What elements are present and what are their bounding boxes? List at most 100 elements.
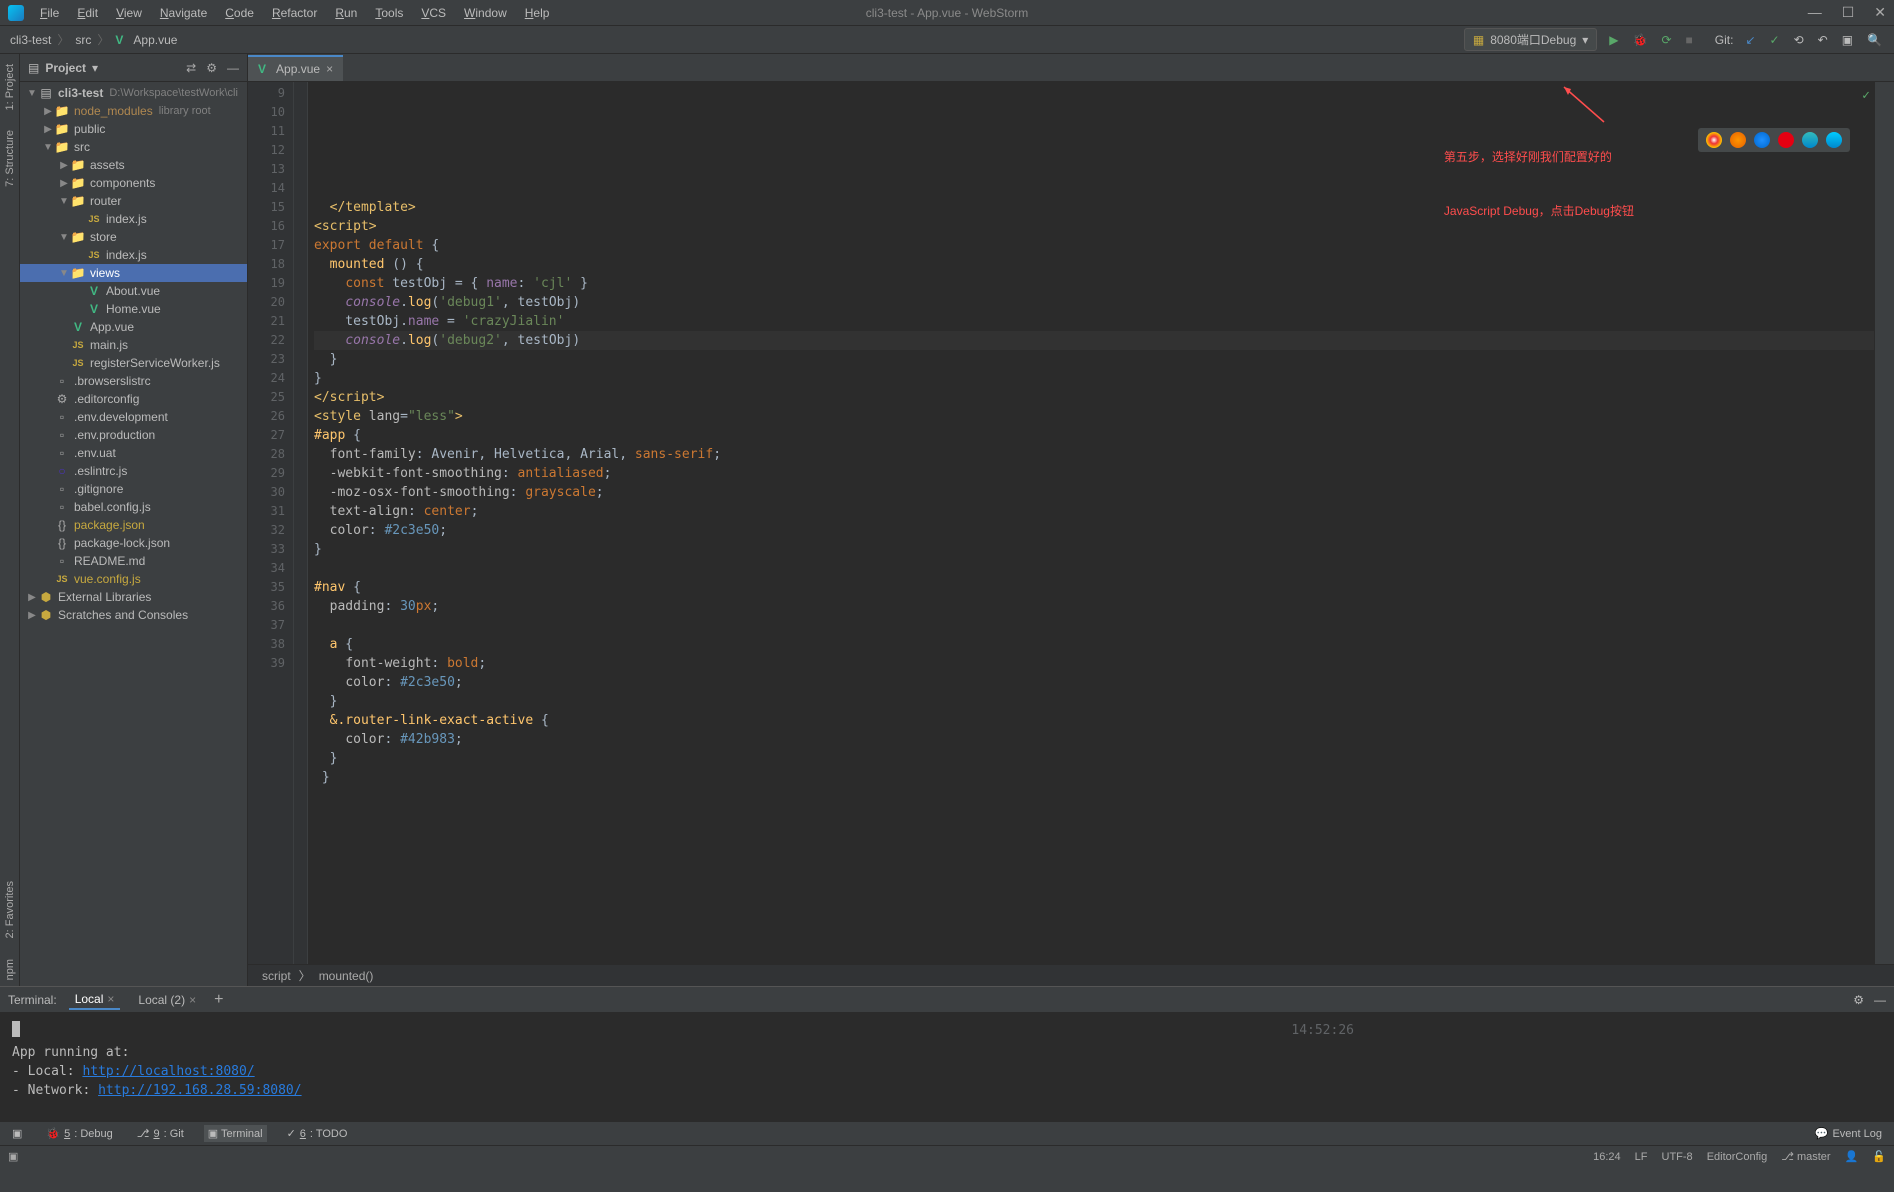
tree-node[interactable]: ▫README.md bbox=[20, 552, 247, 570]
close-icon[interactable]: ✕ bbox=[1874, 4, 1886, 21]
ide-settings-icon[interactable]: ▣ bbox=[1840, 31, 1855, 49]
git-commit-icon[interactable]: ✓ bbox=[1768, 31, 1782, 49]
project-tree[interactable]: ▼▤cli3-testD:\Workspace\testWork\cli▶📁no… bbox=[20, 82, 247, 986]
tree-node[interactable]: ▼📁views bbox=[20, 264, 247, 282]
tool-terminal[interactable]: ▣ Terminal bbox=[204, 1125, 267, 1142]
tree-node[interactable]: VAbout.vue bbox=[20, 282, 247, 300]
editor-breadcrumb[interactable]: script 〉 mounted() bbox=[248, 964, 1894, 986]
browser-icons-bar[interactable] bbox=[1698, 128, 1850, 152]
tree-root[interactable]: ▼▤cli3-testD:\Workspace\testWork\cli bbox=[20, 84, 247, 102]
breadcrumb-item[interactable]: App.vue bbox=[133, 33, 177, 47]
minimize-icon[interactable]: — bbox=[1808, 4, 1822, 21]
chrome-icon[interactable] bbox=[1706, 132, 1722, 148]
status-cursor-pos[interactable]: 16:24 bbox=[1593, 1151, 1621, 1163]
firefox-icon[interactable] bbox=[1730, 132, 1746, 148]
terminal-tab[interactable]: Local× bbox=[69, 990, 121, 1010]
stop-button[interactable]: ■ bbox=[1684, 31, 1695, 49]
menu-vcs[interactable]: VCS bbox=[413, 3, 454, 23]
close-tab-icon[interactable]: × bbox=[326, 62, 333, 76]
close-icon[interactable]: × bbox=[189, 993, 196, 1007]
tree-node[interactable]: ▶📁node_moduleslibrary root bbox=[20, 102, 247, 120]
tree-node[interactable]: VHome.vue bbox=[20, 300, 247, 318]
tree-node[interactable]: ▶⬢Scratches and Consoles bbox=[20, 606, 247, 624]
tool-git[interactable]: ⎇ 9: Git bbox=[133, 1125, 188, 1142]
status-inspect-icon[interactable]: 👤 bbox=[1845, 1150, 1859, 1163]
git-history-icon[interactable]: ⟲ bbox=[1792, 31, 1806, 49]
npm-tool-button[interactable]: npm bbox=[4, 953, 16, 986]
breadcrumb-item[interactable]: cli3-test bbox=[10, 33, 51, 47]
terminal-hide-icon[interactable]: — bbox=[1874, 993, 1886, 1007]
collapse-icon[interactable]: — bbox=[227, 61, 239, 75]
dropdown-icon[interactable]: ▾ bbox=[92, 61, 98, 75]
coverage-button[interactable]: ⟳ bbox=[1659, 31, 1673, 49]
tree-node[interactable]: ▶⬢External Libraries bbox=[20, 588, 247, 606]
tree-node[interactable]: ▼📁src bbox=[20, 138, 247, 156]
line-gutter[interactable]: 9101112131415161718192021222324252627282… bbox=[248, 82, 294, 964]
menu-help[interactable]: Help bbox=[517, 3, 558, 23]
git-update-icon[interactable]: ↙ bbox=[1743, 31, 1757, 49]
menu-file[interactable]: File bbox=[32, 3, 67, 23]
tool-todo[interactable]: ✓ 6: TODO bbox=[283, 1125, 352, 1142]
tree-node[interactable]: ▫.browserslistrc bbox=[20, 372, 247, 390]
inspection-ok-icon[interactable]: ✓ bbox=[1862, 86, 1870, 105]
terminal-tab[interactable]: Local (2)× bbox=[132, 991, 202, 1009]
terminal-body[interactable]: 14:52:26 App running at: - Local: http:/… bbox=[0, 1013, 1894, 1121]
menu-edit[interactable]: Edit bbox=[69, 3, 106, 23]
tree-node[interactable]: ▶📁components bbox=[20, 174, 247, 192]
tree-node[interactable]: JSmain.js bbox=[20, 336, 247, 354]
maximize-icon[interactable]: ☐ bbox=[1842, 4, 1855, 21]
project-tool-button[interactable]: 1: Project bbox=[4, 58, 16, 116]
status-menu-icon[interactable]: ▣ bbox=[8, 1150, 18, 1163]
breadcrumb-item[interactable]: src bbox=[75, 33, 91, 47]
network-url-link[interactable]: http://192.168.28.59:8080/ bbox=[98, 1083, 302, 1098]
safari-icon[interactable] bbox=[1754, 132, 1770, 148]
tree-node[interactable]: ▫.env.uat bbox=[20, 444, 247, 462]
menu-navigate[interactable]: Navigate bbox=[152, 3, 215, 23]
settings-icon[interactable]: ⚙ bbox=[206, 61, 217, 75]
ie-icon[interactable] bbox=[1802, 132, 1818, 148]
tree-node[interactable]: JSvue.config.js bbox=[20, 570, 247, 588]
menu-tools[interactable]: Tools bbox=[367, 3, 411, 23]
editor-body[interactable]: 9101112131415161718192021222324252627282… bbox=[248, 82, 1894, 964]
local-url-link[interactable]: http://localhost:8080/ bbox=[82, 1064, 254, 1079]
select-opened-icon[interactable]: ⇄ bbox=[186, 61, 196, 75]
status-editorconfig[interactable]: EditorConfig bbox=[1707, 1151, 1768, 1163]
menu-refactor[interactable]: Refactor bbox=[264, 3, 325, 23]
status-lock-icon[interactable]: 🔓 bbox=[1872, 1150, 1886, 1163]
tree-node[interactable]: ▼📁store bbox=[20, 228, 247, 246]
crumb-item[interactable]: script bbox=[262, 969, 291, 983]
favorites-tool-button[interactable]: 2: Favorites bbox=[4, 875, 16, 944]
tree-node[interactable]: {}package.json bbox=[20, 516, 247, 534]
event-log-button[interactable]: 💬 Event Log bbox=[1811, 1125, 1886, 1142]
menu-run[interactable]: Run bbox=[327, 3, 365, 23]
new-terminal-button[interactable]: + bbox=[214, 991, 223, 1009]
tool-debug[interactable]: 🐞 5: Debug bbox=[42, 1125, 116, 1142]
git-revert-icon[interactable]: ↶ bbox=[1816, 31, 1830, 49]
tree-node[interactable]: {}package-lock.json bbox=[20, 534, 247, 552]
tree-node[interactable]: ▫.env.production bbox=[20, 426, 247, 444]
opera-icon[interactable] bbox=[1778, 132, 1794, 148]
tree-node[interactable]: ▶📁assets bbox=[20, 156, 247, 174]
edge-icon[interactable] bbox=[1826, 132, 1842, 148]
debug-button[interactable]: 🐞 bbox=[1631, 31, 1650, 49]
tree-node[interactable]: ▼📁router bbox=[20, 192, 247, 210]
close-icon[interactable]: × bbox=[107, 992, 114, 1006]
tree-node[interactable]: JSindex.js bbox=[20, 246, 247, 264]
editor-tab[interactable]: V App.vue × bbox=[248, 55, 343, 81]
git-branch-widget[interactable]: ⎇ master bbox=[1781, 1150, 1830, 1163]
tool-quick-access[interactable]: ▣ bbox=[8, 1125, 26, 1142]
breadcrumb[interactable]: cli3-test 〉 src 〉 V App.vue bbox=[10, 31, 177, 48]
tree-node[interactable]: ▫.env.development bbox=[20, 408, 247, 426]
status-line-sep[interactable]: LF bbox=[1635, 1151, 1648, 1163]
tree-node[interactable]: ○.eslintrc.js bbox=[20, 462, 247, 480]
menu-code[interactable]: Code bbox=[217, 3, 262, 23]
menu-view[interactable]: View bbox=[108, 3, 150, 23]
tree-node[interactable]: ▫.gitignore bbox=[20, 480, 247, 498]
run-button[interactable]: ▶ bbox=[1607, 31, 1620, 49]
tree-node[interactable]: JSindex.js bbox=[20, 210, 247, 228]
fold-gutter[interactable] bbox=[294, 82, 308, 964]
menu-window[interactable]: Window bbox=[456, 3, 515, 23]
tree-node[interactable]: ⚙.editorconfig bbox=[20, 390, 247, 408]
code-area[interactable]: ✓ 第五步，选择好刚我们配置好的 JavaScript Debug，点击Debu… bbox=[308, 82, 1874, 964]
run-config-selector[interactable]: ▦ 8080端口Debug ▾ bbox=[1464, 28, 1597, 51]
